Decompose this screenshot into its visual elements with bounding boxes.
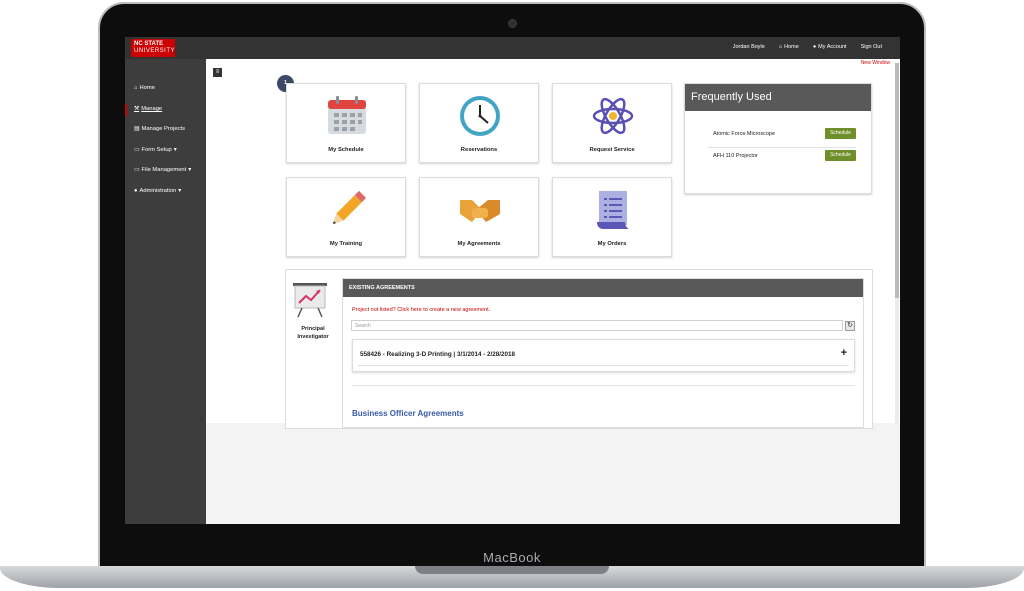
existing-agreements-header: EXISTING AGREEMENTS: [343, 279, 863, 297]
nav-account-label: My Account: [818, 44, 847, 50]
home-icon: ⌂: [778, 44, 783, 50]
top-bar: NC STATE UNIVERSITY Jordan Boyle ⌂ Home ●…: [125, 37, 900, 59]
business-officer-heading: Business Officer Agreements: [352, 409, 464, 418]
sidebar-item-administration[interactable]: ● Administration ▾: [134, 188, 181, 194]
folder-icon: ▭: [134, 167, 140, 173]
device-brand: MacBook: [483, 550, 541, 565]
caret-down-icon: ▾: [173, 147, 177, 153]
sidebar-item-form-setup[interactable]: ▭ Form Setup ▾: [134, 147, 177, 153]
sidebar-item-label: Form Setup: [141, 147, 172, 153]
menu-icon: ≡: [215, 69, 220, 75]
sidebar-item-manage[interactable]: ⚒ Manage: [134, 106, 162, 112]
sidebar-item-label: Administration: [139, 188, 177, 194]
content-background: [206, 423, 900, 524]
sidebar-item-label: Manage Projects: [141, 126, 185, 132]
search-input[interactable]: Search: [351, 320, 843, 331]
refresh-icon: ↻: [847, 322, 853, 329]
refresh-button[interactable]: ↻: [845, 321, 855, 331]
nav-home[interactable]: ⌂ Home: [779, 44, 799, 50]
tile-label: My Schedule: [328, 147, 364, 153]
create-agreement-link[interactable]: Project not listed? Click here to create…: [352, 307, 490, 313]
user-icon: ●: [812, 44, 817, 50]
sidebar-item-manage-projects[interactable]: ▤ Manage Projects: [134, 126, 185, 132]
divider: [358, 365, 849, 366]
role-label: Principal Investigator: [297, 326, 329, 340]
logo-line2: UNIVERSITY: [134, 48, 176, 54]
schedule-button[interactable]: Schedule: [825, 128, 856, 139]
pencil-icon: [332, 190, 367, 225]
tile-my-agreements[interactable]: My Agreements: [419, 177, 539, 257]
tile-my-training[interactable]: My Training: [286, 177, 406, 257]
sidebar-item-label: File Management: [141, 167, 187, 173]
presentation-chart-icon: [293, 283, 327, 318]
frequently-used-title: Frequently Used: [685, 84, 871, 111]
sidebar-item-file-management[interactable]: ▭ File Management ▾: [134, 167, 191, 173]
tile-my-schedule[interactable]: My Schedule: [286, 83, 406, 163]
tile-label: My Orders: [597, 241, 627, 247]
projects-icon: ▤: [134, 126, 140, 132]
home-icon: ⌂: [134, 85, 138, 91]
sidebar-item-home[interactable]: ⌂ Home: [134, 85, 155, 91]
screen: NC STATE UNIVERSITY Jordan Boyle ⌂ Home ●…: [125, 37, 900, 524]
sidebar: ⌂ Home ⚒ Manage ▤ Manage Projects ▭ Form Set…: [125, 59, 206, 524]
new-window-link[interactable]: New Window: [861, 60, 890, 66]
frequently-used-panel: Frequently Used Atomic Force Microscope …: [684, 83, 872, 194]
tile-label: Reservations: [460, 147, 498, 153]
tile-reservations[interactable]: Reservations: [419, 83, 539, 163]
ncsu-logo[interactable]: NC STATE UNIVERSITY: [131, 39, 175, 57]
divider: [352, 385, 855, 386]
sidebar-item-label: Manage: [141, 106, 163, 112]
clock-icon: [460, 96, 500, 136]
agreement-item[interactable]: 558426 - Realizing 3-D Printing | 3/1/20…: [352, 339, 855, 372]
nav-account[interactable]: ● My Account: [813, 44, 847, 50]
calendar-icon: [328, 96, 366, 134]
handshake-icon: [460, 200, 500, 222]
atom-icon: [592, 97, 634, 135]
logo-line1: NC STATE: [134, 41, 164, 47]
agreement-title: 558426 - Realizing 3-D Printing | 3/1/20…: [360, 351, 516, 358]
scrollbar-thumb[interactable]: [895, 63, 899, 298]
tile-label: My Training: [329, 241, 363, 247]
schedule-button[interactable]: Schedule: [825, 150, 856, 161]
caret-down-icon: ▾: [178, 188, 182, 194]
user-name[interactable]: Jordan Boyle: [733, 44, 765, 50]
tile-my-orders[interactable]: My Orders: [552, 177, 672, 257]
active-indicator: [125, 104, 127, 116]
tile-label: Request Service: [589, 147, 635, 153]
list-item: AFH 110 Projector Schedule: [708, 147, 856, 169]
user-icon: ●: [134, 188, 138, 194]
folder-icon: ▭: [134, 147, 140, 153]
list-item: Atomic Force Microscope Schedule: [708, 125, 856, 148]
camera: [508, 19, 517, 28]
item-name: AFH 110 Projector: [713, 153, 758, 159]
tile-label: My Agreements: [457, 241, 501, 247]
menu-toggle-button[interactable]: ≡: [213, 68, 222, 77]
nav-signout[interactable]: Sign Out: [861, 44, 882, 50]
expand-icon[interactable]: +: [841, 347, 847, 359]
wrench-icon: ⚒: [134, 106, 140, 112]
tile-request-service[interactable]: Request Service: [552, 83, 672, 163]
top-nav: Jordan Boyle ⌂ Home ● My Account Sign Out: [733, 44, 882, 50]
item-name: Atomic Force Microscope: [713, 131, 776, 137]
document-icon: [597, 191, 629, 229]
laptop-notch: [415, 566, 609, 574]
existing-agreements: EXISTING AGREEMENTS Project not listed? …: [342, 278, 864, 428]
sidebar-item-label: Home: [139, 85, 155, 91]
caret-down-icon: ▾: [188, 167, 192, 173]
nav-home-label: Home: [784, 44, 799, 50]
